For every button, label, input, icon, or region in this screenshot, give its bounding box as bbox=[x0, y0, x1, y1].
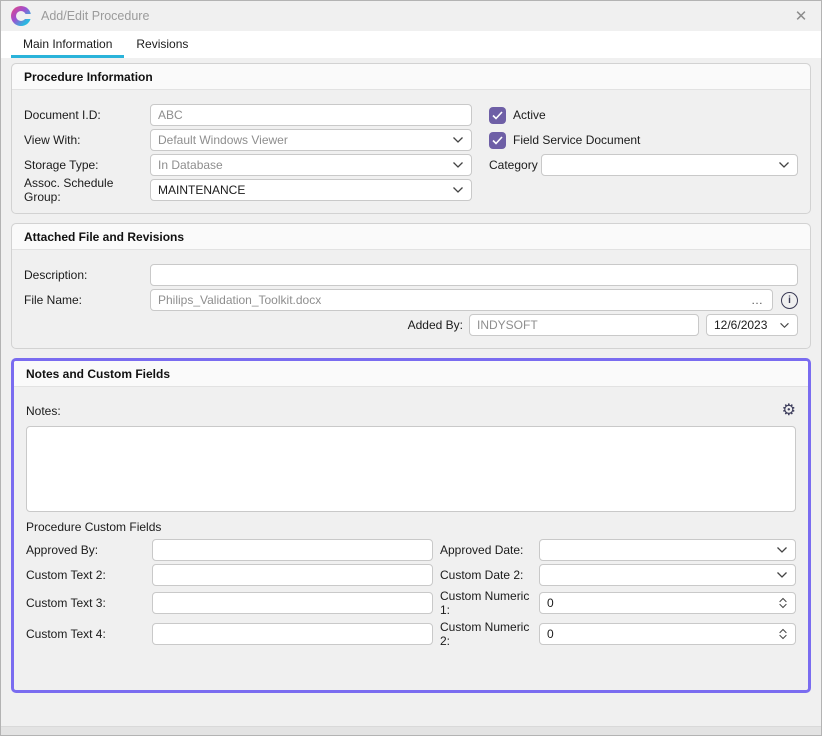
notes-textarea[interactable] bbox=[26, 426, 796, 512]
storage-type-select[interactable]: In Database bbox=[150, 154, 472, 176]
attached-file-section: Attached File and Revisions Description:… bbox=[11, 223, 811, 349]
document-id-input[interactable] bbox=[150, 104, 472, 126]
field-service-document-label: Field Service Document bbox=[513, 133, 640, 147]
description-label: Description: bbox=[24, 268, 150, 282]
storage-type-label: Storage Type: bbox=[24, 158, 150, 172]
notes-label: Notes: bbox=[26, 404, 61, 418]
active-checkbox-label: Active bbox=[513, 108, 546, 122]
view-with-label: View With: bbox=[24, 133, 150, 147]
custom-numeric-1-label: Custom Numeric 1: bbox=[433, 589, 539, 617]
chevron-down-icon bbox=[778, 161, 790, 169]
browse-ellipsis-button[interactable]: … bbox=[749, 293, 765, 307]
spinner-up-down-icon[interactable] bbox=[778, 628, 788, 640]
custom-numeric-2-spinner[interactable]: 0 bbox=[539, 623, 796, 645]
chevron-down-icon bbox=[776, 571, 788, 579]
file-name-label: File Name: bbox=[24, 293, 150, 307]
add-edit-procedure-dialog: Add/Edit Procedure ✕ Main Information Re… bbox=[0, 0, 822, 736]
notes-custom-fields-title: Notes and Custom Fields bbox=[14, 361, 808, 387]
chevron-down-icon bbox=[452, 186, 464, 194]
close-icon[interactable]: ✕ bbox=[789, 4, 813, 28]
info-icon[interactable]: i bbox=[781, 292, 798, 309]
tab-revisions[interactable]: Revisions bbox=[124, 32, 200, 58]
custom-numeric-2-label: Custom Numeric 2: bbox=[433, 620, 539, 648]
approved-date-label: Approved Date: bbox=[433, 543, 539, 557]
procedure-custom-fields-label: Procedure Custom Fields bbox=[26, 520, 796, 534]
file-name-field[interactable]: Philips_Validation_Toolkit.docx … bbox=[150, 289, 773, 311]
checkbox-checked-icon bbox=[489, 132, 506, 149]
chevron-down-icon bbox=[452, 136, 464, 144]
checkbox-checked-icon bbox=[489, 107, 506, 124]
tab-strip: Main Information Revisions bbox=[1, 31, 821, 58]
custom-date-2-select[interactable] bbox=[539, 564, 796, 586]
gear-icon[interactable]: ⚙ bbox=[782, 403, 796, 419]
custom-text-2-label: Custom Text 2: bbox=[26, 568, 152, 582]
added-by-label: Added By: bbox=[408, 318, 463, 332]
active-checkbox[interactable]: Active bbox=[489, 104, 798, 126]
assoc-schedule-group-select[interactable]: MAINTENANCE bbox=[150, 179, 472, 201]
custom-text-4-input[interactable] bbox=[152, 623, 433, 645]
titlebar: Add/Edit Procedure ✕ bbox=[1, 1, 821, 31]
category-select[interactable] bbox=[541, 154, 798, 176]
added-date-select[interactable]: 12/6/2023 bbox=[706, 314, 798, 336]
custom-text-4-label: Custom Text 4: bbox=[26, 627, 152, 641]
view-with-select[interactable]: Default Windows Viewer bbox=[150, 129, 472, 151]
notes-custom-fields-section: Notes and Custom Fields Notes: ⚙ Procedu… bbox=[11, 358, 811, 693]
chevron-down-icon bbox=[452, 161, 464, 169]
window-bottom-edge bbox=[1, 726, 821, 735]
custom-text-3-label: Custom Text 3: bbox=[26, 596, 152, 610]
assoc-schedule-group-label: Assoc. Schedule Group: bbox=[24, 176, 150, 204]
tab-main-information[interactable]: Main Information bbox=[11, 32, 124, 58]
custom-text-3-input[interactable] bbox=[152, 592, 433, 614]
category-label: Category bbox=[489, 158, 541, 172]
approved-by-input[interactable] bbox=[152, 539, 433, 561]
spinner-up-down-icon[interactable] bbox=[778, 597, 788, 609]
procedure-information-title: Procedure Information bbox=[12, 64, 810, 90]
chevron-down-icon bbox=[776, 546, 788, 554]
custom-numeric-1-spinner[interactable]: 0 bbox=[539, 592, 796, 614]
attached-file-title: Attached File and Revisions bbox=[12, 224, 810, 250]
document-id-label: Document I.D: bbox=[24, 108, 150, 122]
custom-fields-grid: Approved By: Approved Date: Custom Text … bbox=[26, 539, 796, 648]
window-title: Add/Edit Procedure bbox=[41, 9, 149, 23]
approved-date-select[interactable] bbox=[539, 539, 796, 561]
added-by-input[interactable] bbox=[469, 314, 699, 336]
custom-text-2-input[interactable] bbox=[152, 564, 433, 586]
field-service-document-checkbox[interactable]: Field Service Document bbox=[489, 129, 798, 151]
approved-by-label: Approved By: bbox=[26, 543, 152, 557]
dialog-content: Procedure Information Document I.D: View… bbox=[1, 58, 821, 736]
description-input[interactable] bbox=[150, 264, 798, 286]
procedure-information-section: Procedure Information Document I.D: View… bbox=[11, 63, 811, 214]
custom-date-2-label: Custom Date 2: bbox=[433, 568, 539, 582]
app-logo-icon bbox=[11, 6, 31, 26]
chevron-down-icon bbox=[779, 322, 790, 329]
